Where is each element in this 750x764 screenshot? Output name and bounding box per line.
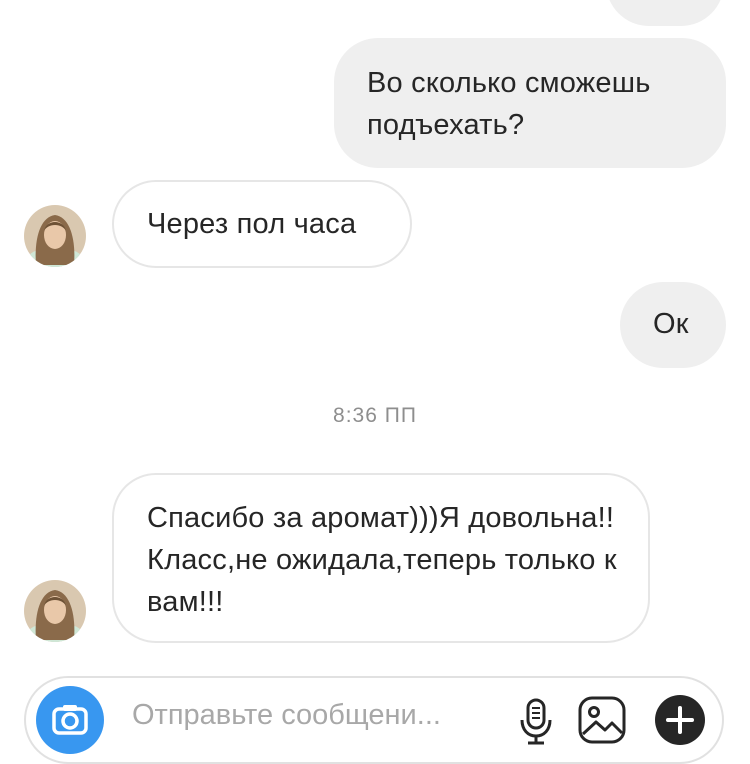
message-bubble-outgoing[interactable]: Во сколько сможешь подъехать? bbox=[334, 38, 726, 168]
message-text: Ок bbox=[653, 308, 689, 340]
camera-button[interactable] bbox=[36, 686, 104, 754]
message-text: Во сколько сможешь подъехать? bbox=[367, 67, 651, 141]
gallery-button[interactable] bbox=[574, 692, 630, 748]
message-input[interactable]: Отправьте сообщени... bbox=[132, 699, 441, 732]
message-bubble-incoming[interactable]: Через пол часа bbox=[112, 180, 412, 268]
message-timestamp: 8:36 ПП bbox=[333, 404, 417, 427]
message-text: Через пол часа bbox=[147, 208, 357, 240]
message-bubble-outgoing[interactable]: Ок bbox=[620, 282, 726, 368]
gallery-icon bbox=[578, 696, 626, 744]
microphone-icon bbox=[520, 698, 552, 745]
avatar[interactable] bbox=[24, 205, 86, 267]
microphone-button[interactable] bbox=[508, 692, 564, 748]
avatar[interactable] bbox=[24, 580, 86, 642]
camera-icon bbox=[52, 705, 88, 735]
message-bubble-partial bbox=[606, 0, 724, 26]
plus-icon bbox=[655, 695, 705, 745]
message-composer: Отправьте сообщени... bbox=[24, 676, 724, 764]
message-text: Спасибо за аромат)))Я довольна!!Класс,не… bbox=[147, 502, 617, 618]
add-button[interactable] bbox=[652, 692, 708, 748]
message-bubble-incoming[interactable]: Спасибо за аромат)))Я довольна!!Класс,не… bbox=[112, 473, 650, 643]
